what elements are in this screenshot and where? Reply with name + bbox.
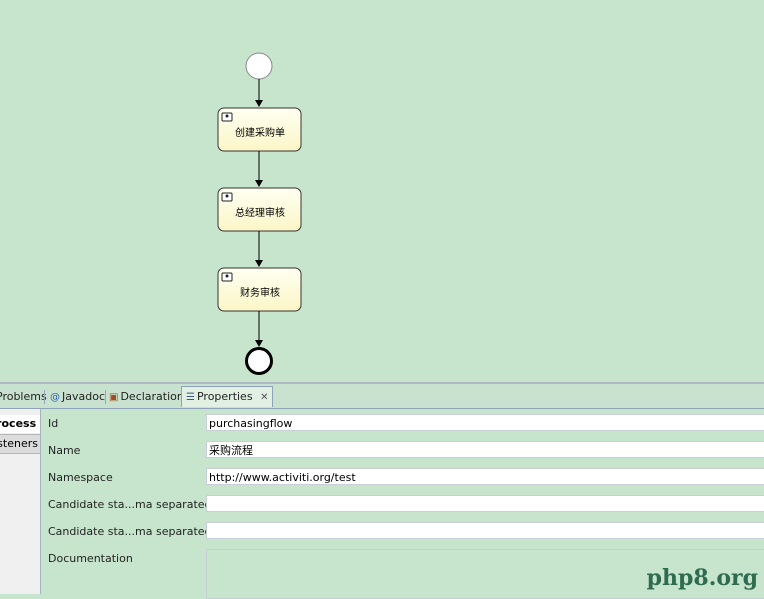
tab-label: Javadoc: [62, 390, 105, 403]
properties-icon: ☰: [186, 392, 195, 403]
documentation-label: Documentation: [48, 552, 133, 565]
tab-separator: [44, 390, 45, 404]
candidate-users-label: Candidate sta...ma separated): [48, 498, 216, 511]
process-diagram: 创建采购单 总经理审核 财务审核: [217, 52, 302, 375]
id-field[interactable]: purchasingflow: [206, 414, 764, 431]
sidebar-item-listeners[interactable]: Listeners: [0, 434, 40, 454]
user-task[interactable]: 财务审核: [217, 267, 302, 312]
name-field[interactable]: 采购流程: [206, 441, 764, 458]
name-label: Name: [48, 444, 81, 457]
tab-label: Properties: [196, 390, 253, 403]
tab-declaration[interactable]: ▣ Declaration: [109, 387, 184, 407]
tab-separator: [105, 390, 106, 404]
task-label: 创建采购单: [235, 126, 285, 139]
sidebar-item-label: Process: [0, 417, 37, 430]
candidate-users-field[interactable]: [206, 495, 764, 512]
declaration-icon: ▣: [109, 392, 119, 403]
at-icon: @: [50, 392, 60, 403]
candidate-groups-label: Candidate sta...ma separated): [48, 525, 216, 538]
tab-properties[interactable]: ☰ Properties ✕: [181, 386, 274, 407]
user-task[interactable]: 总经理审核: [217, 187, 302, 232]
watermark: php8.org: [646, 565, 758, 591]
view-tab-bar: Problems @ Javadoc ▣ Declaration ☰ Properti…: [0, 384, 764, 409]
user-task[interactable]: 创建采购单: [217, 107, 302, 152]
tab-label: Declaration: [120, 390, 184, 403]
sidebar-item-label: Listeners: [0, 437, 38, 450]
candidate-groups-field[interactable]: [206, 522, 764, 539]
start-event[interactable]: [245, 52, 273, 80]
diagram-canvas[interactable]: 创建采购单 总经理审核 财务审核: [0, 0, 764, 383]
id-label: Id: [48, 417, 59, 430]
sidebar-item-process[interactable]: Process: [0, 415, 40, 433]
task-label: 财务审核: [240, 286, 280, 299]
end-event[interactable]: [245, 347, 273, 375]
close-icon[interactable]: ✕: [260, 392, 268, 403]
task-label: 总经理审核: [235, 206, 285, 219]
namespace-label: Namespace: [48, 471, 113, 484]
tab-problems[interactable]: Problems: [0, 387, 47, 407]
namespace-field[interactable]: http://www.activiti.org/test: [206, 468, 764, 485]
tab-label: Problems: [0, 390, 47, 403]
tab-javadoc[interactable]: @ Javadoc: [50, 387, 105, 407]
properties-sidebar: Process Listeners: [0, 409, 41, 594]
